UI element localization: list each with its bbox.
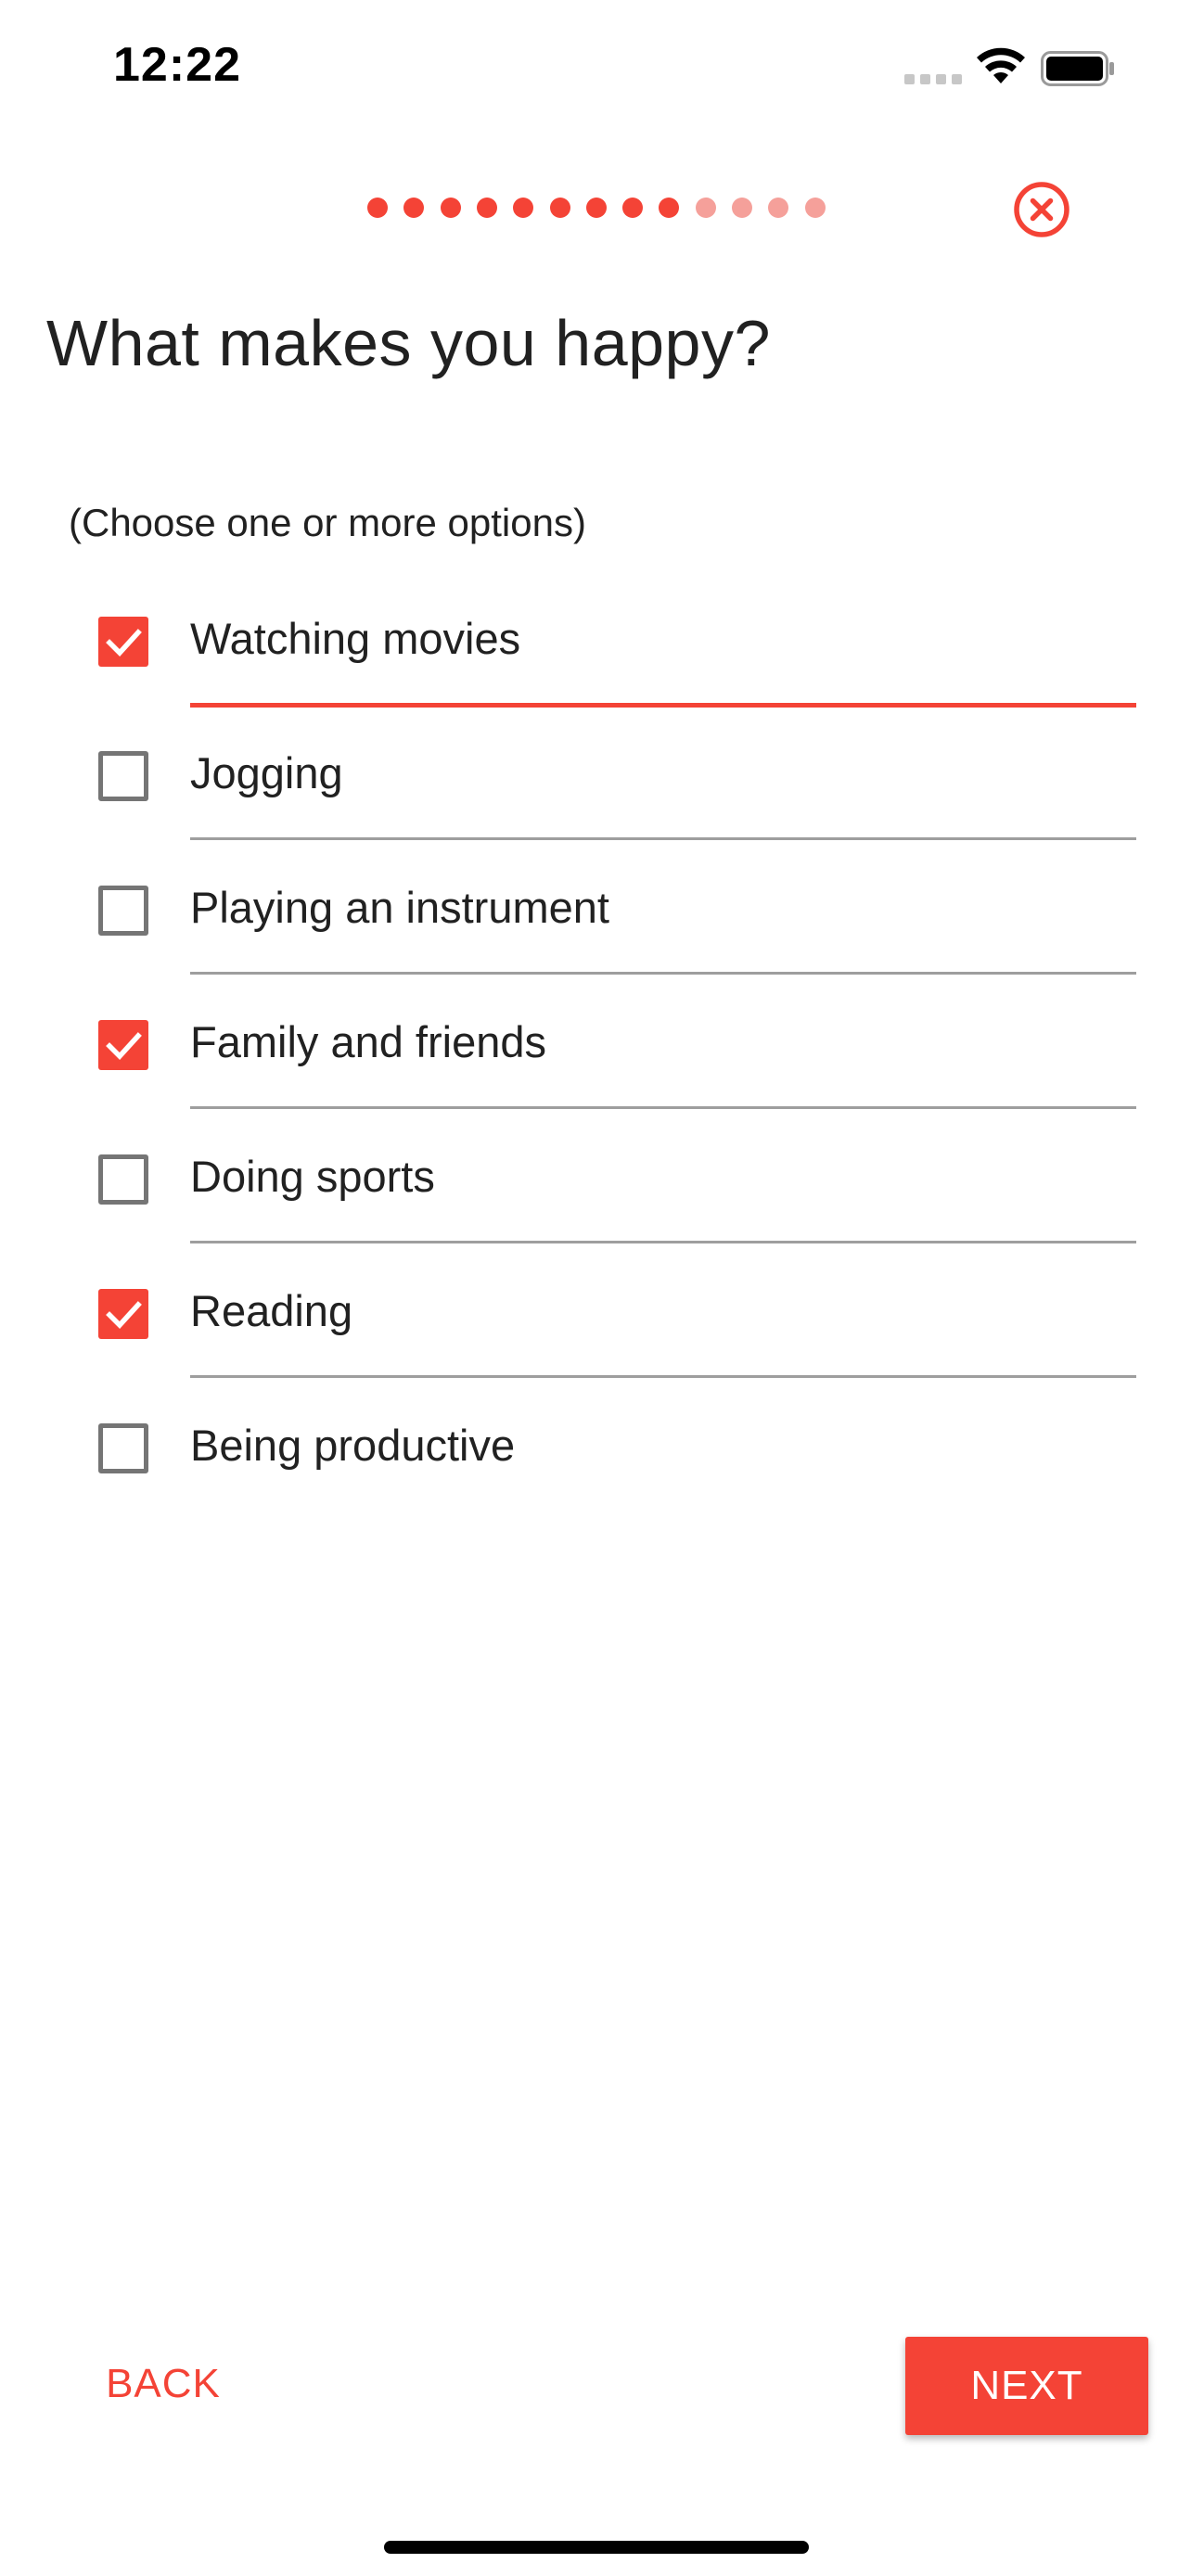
progress-dot-completed [659,198,680,218]
back-button[interactable]: BACK [89,2342,237,2426]
option-row[interactable]: Being productive [0,1382,1191,1515]
option-label: Doing sports [190,1152,435,1201]
question-title: What makes you happy? [46,307,771,379]
checkbox-unchecked[interactable] [98,751,148,801]
close-button[interactable] [1012,180,1071,239]
option-row[interactable]: Watching movies [0,575,1191,708]
checkmark-icon [106,1032,142,1060]
option-label: Playing an instrument [190,883,609,932]
progress-dot-completed [585,198,607,218]
wifi-icon [977,47,1025,83]
option-divider [190,837,1136,840]
progress-dot-completed [549,198,570,218]
close-circle-icon [1014,182,1069,237]
checkbox-unchecked[interactable] [98,1154,148,1205]
option-divider [190,703,1136,708]
option-divider [190,972,1136,975]
option-row[interactable]: Reading [0,1247,1191,1381]
progress-dot-completed [403,198,425,218]
checkmark-icon [106,629,142,657]
progress-dot-pending [695,198,716,218]
next-button[interactable]: NEXT [905,2337,1148,2435]
option-label: Being productive [190,1421,516,1470]
checkmark-icon [106,1301,142,1329]
checkbox-unchecked[interactable] [98,1423,148,1473]
option-row[interactable]: Jogging [0,709,1191,843]
option-divider [190,1106,1136,1109]
progress-indicator [367,198,831,220]
option-row[interactable]: Family and friends [0,978,1191,1112]
progress-dot-completed [622,198,644,218]
question-hint: (Choose one or more options) [69,501,586,544]
progress-dot-completed [440,198,461,218]
progress-dot-pending [732,198,752,218]
checkbox-checked[interactable] [98,1020,148,1070]
status-time: 12:22 [113,38,241,92]
battery-full-icon [1041,51,1114,86]
cellular-signal-icon [904,74,962,85]
option-label: Family and friends [190,1017,546,1066]
checkbox-checked[interactable] [98,617,148,667]
progress-dot-completed [476,198,497,218]
status-bar: 12:22 [0,0,1191,139]
progress-dot-completed [367,198,388,218]
option-label: Jogging [190,748,343,797]
progress-dot-pending [804,198,826,218]
option-divider [190,1375,1136,1378]
option-row[interactable]: Doing sports [0,1113,1191,1246]
option-label: Watching movies [190,614,521,663]
checkbox-checked[interactable] [98,1289,148,1339]
option-row[interactable]: Playing an instrument [0,844,1191,977]
checkbox-unchecked[interactable] [98,886,148,936]
progress-dot-completed [513,198,534,218]
option-divider [190,1241,1136,1243]
option-label: Reading [190,1286,353,1335]
progress-dot-pending [768,198,789,218]
home-indicator [384,2541,809,2554]
